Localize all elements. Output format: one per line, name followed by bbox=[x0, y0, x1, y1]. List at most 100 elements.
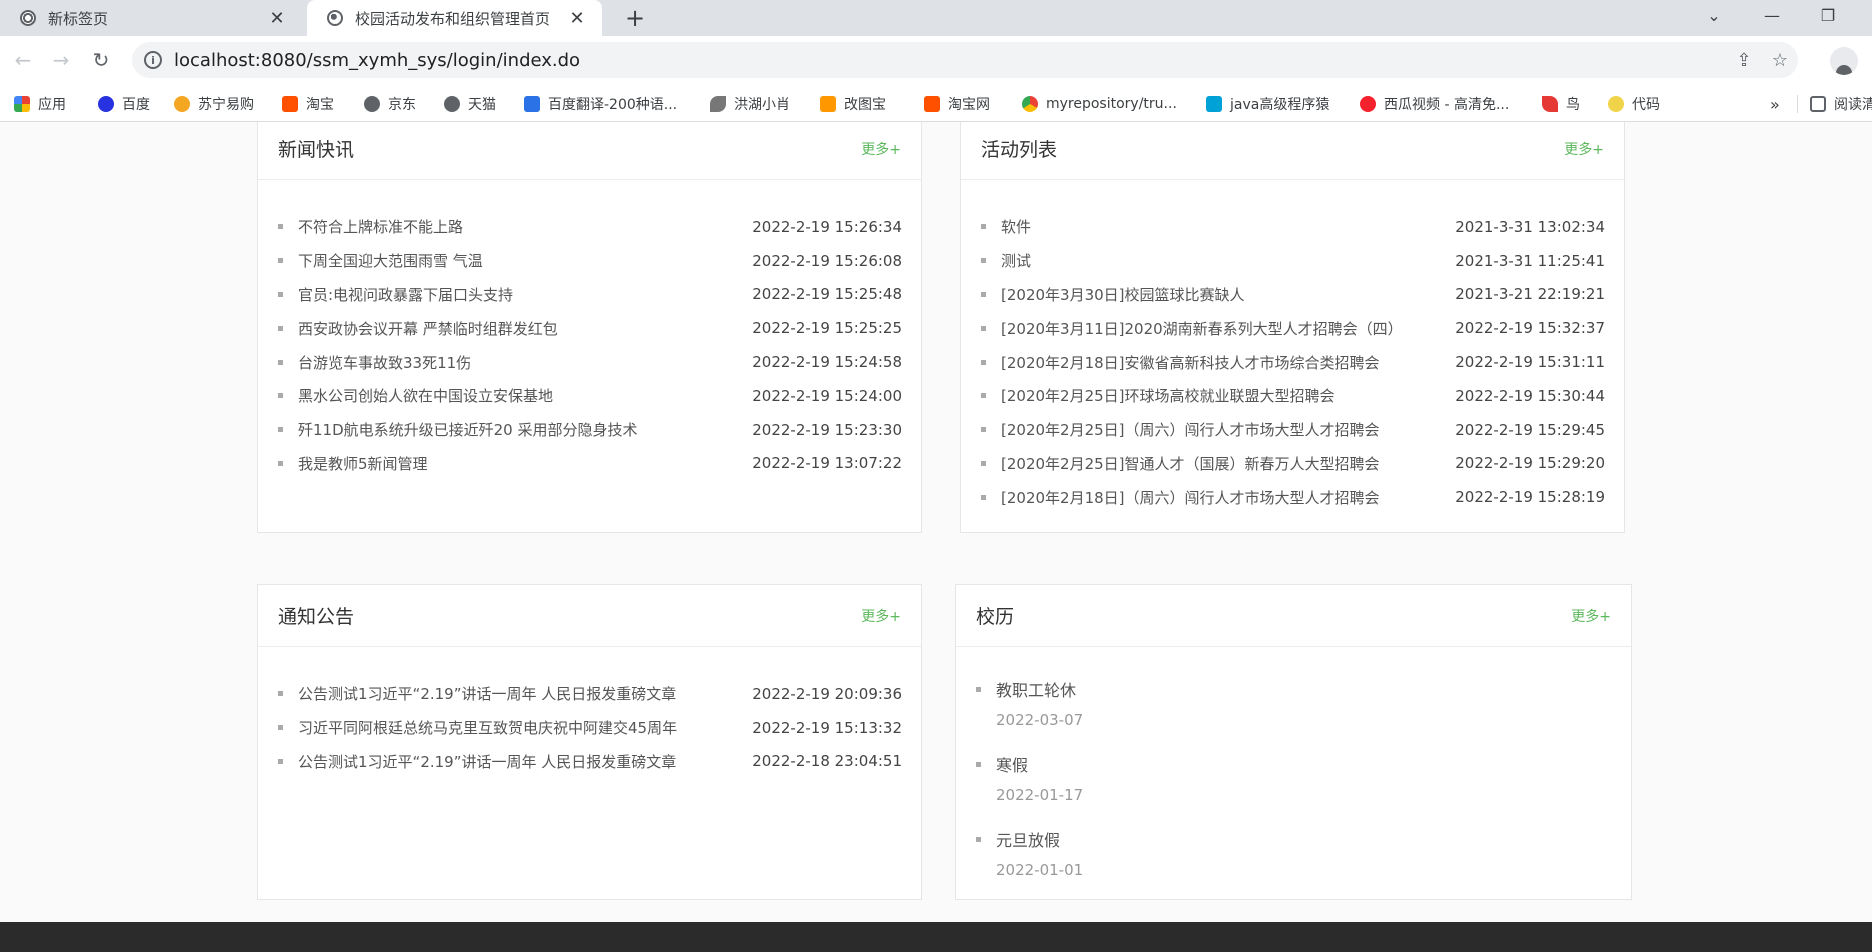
back-arrow-icon[interactable]: ← bbox=[8, 45, 38, 75]
page-content: 新闻快讯 更多+ 不符合上牌标准不能上路 2022-2-19 15:26:34 下… bbox=[0, 122, 1872, 922]
forward-arrow-icon[interactable]: → bbox=[46, 45, 76, 75]
list-item[interactable]: [2020年3月11日]2020湖南新春系列大型人才招聘会（四） 2022-2-1… bbox=[961, 311, 1624, 345]
close-icon[interactable]: ✕ bbox=[566, 7, 588, 29]
bookmark-item[interactable]: 苏宁易购 bbox=[174, 86, 254, 121]
bullet bbox=[278, 758, 283, 764]
news-more-link[interactable]: 更多+ bbox=[861, 139, 901, 159]
tab-new-tab[interactable]: 新标签页 ✕ bbox=[0, 0, 302, 36]
restore-icon[interactable]: ❐ bbox=[1800, 0, 1856, 30]
tab-search-chevron-icon[interactable]: ⌄ bbox=[1686, 0, 1742, 30]
list-item[interactable]: [2020年2月25日]环球场高校就业联盟大型招聘会 2022-2-19 15:3… bbox=[961, 379, 1624, 413]
bilibili-icon bbox=[1206, 96, 1222, 112]
minimize-icon[interactable]: — bbox=[1744, 0, 1800, 30]
new-tab-button[interactable]: + bbox=[620, 4, 650, 32]
profile-avatar-icon[interactable] bbox=[1830, 47, 1858, 75]
url-text[interactable]: localhost:8080/ssm_xymh_sys/login/index.… bbox=[174, 50, 1726, 71]
list-item[interactable]: 元旦放假 2022-01-01 bbox=[976, 827, 1631, 902]
calendar-list: 教职工轮休 2022-03-07 寒假 2022-01-17 元旦放假 2022… bbox=[956, 647, 1631, 902]
activities-more-link[interactable]: 更多+ bbox=[1564, 139, 1604, 159]
chrome-icon bbox=[1022, 96, 1038, 112]
leaf-icon bbox=[1608, 96, 1624, 112]
tab-title: 校园活动发布和组织管理首页 bbox=[355, 9, 551, 28]
list-item[interactable]: [2020年2月18日]安徽省高新科技人才市场综合类招聘会 2022-2-19 1… bbox=[961, 345, 1624, 379]
notices-title: 通知公告 bbox=[278, 606, 355, 628]
bookmark-item[interactable]: 改图宝 bbox=[820, 86, 886, 121]
list-item[interactable]: 寒假 2022-01-17 bbox=[976, 752, 1631, 827]
list-item[interactable]: 测试 2021-3-31 11:25:41 bbox=[961, 244, 1624, 278]
list-item[interactable]: [2020年2月25日]（周六）闯行人才市场大型人才招聘会 2022-2-19 1… bbox=[961, 413, 1624, 447]
calendar-panel: 校历 更多+ 教职工轮休 2022-03-07 寒假 2022-01-17 元旦… bbox=[955, 584, 1632, 900]
list-item[interactable]: 不符合上牌标准不能上路 2022-2-19 15:26:34 bbox=[258, 210, 921, 244]
bird-icon bbox=[710, 96, 726, 112]
panel-header: 新闻快讯 更多+ bbox=[258, 118, 921, 180]
notices-more-link[interactable]: 更多+ bbox=[861, 606, 901, 626]
list-item[interactable]: 公告测试1习近平“2.19”讲话一周年 人民日报发重磅文章 2022-2-19 2… bbox=[258, 677, 921, 711]
bullet bbox=[981, 325, 986, 331]
list-item[interactable]: 西安政协会议开幕 严禁临时组群发红包 2022-2-19 15:25:25 bbox=[258, 311, 921, 345]
bookmark-item[interactable]: 代码 bbox=[1608, 86, 1660, 121]
bullet bbox=[981, 393, 986, 399]
reading-list-button[interactable]: 阅读清 bbox=[1810, 86, 1872, 121]
globe-icon bbox=[364, 96, 380, 112]
taobao-icon bbox=[924, 96, 940, 112]
list-item[interactable]: 官员:电视问政暴露下届口头支持 2022-2-19 15:25:48 bbox=[258, 278, 921, 312]
bookmark-star-icon[interactable]: ☆ bbox=[1762, 50, 1798, 71]
tab-campus-home[interactable]: 校园活动发布和组织管理首页 ✕ bbox=[307, 0, 602, 36]
bookmark-item[interactable]: 天猫 bbox=[444, 86, 496, 121]
bullet bbox=[981, 291, 986, 297]
bullet bbox=[981, 224, 986, 230]
bookmark-item[interactable]: 淘宝网 bbox=[924, 86, 990, 121]
close-icon[interactable]: ✕ bbox=[266, 7, 288, 29]
bookmark-item[interactable]: 鸟 bbox=[1542, 86, 1580, 121]
news-list: 不符合上牌标准不能上路 2022-2-19 15:26:34 下周全国迎大范围雨雪… bbox=[258, 180, 921, 480]
list-item[interactable]: [2020年2月18日]（周六）闯行人才市场大型人才招聘会 2022-2-19 1… bbox=[961, 480, 1624, 514]
bullet bbox=[278, 359, 283, 365]
list-item[interactable]: 教职工轮休 2022-03-07 bbox=[976, 677, 1631, 752]
bullet bbox=[278, 427, 283, 433]
gaitubao-icon bbox=[820, 96, 836, 112]
reload-icon[interactable]: ↻ bbox=[86, 45, 116, 75]
bullet bbox=[278, 224, 283, 230]
list-item[interactable]: 歼11D航电系统升级已接近歼20 采用部分隐身技术 2022-2-19 15:23… bbox=[258, 413, 921, 447]
notices-list: 公告测试1习近平“2.19”讲话一周年 人民日报发重磅文章 2022-2-19 2… bbox=[258, 647, 921, 778]
list-item[interactable]: 下周全国迎大范围雨雪 气温 2022-2-19 15:26:08 bbox=[258, 244, 921, 278]
bookmarks-overflow-button[interactable]: » bbox=[1770, 86, 1780, 121]
red-bird-icon bbox=[1542, 96, 1558, 112]
site-info-icon[interactable]: i bbox=[144, 51, 162, 69]
activities-list: 软件 2021-3-31 13:02:34 测试 2021-3-31 11:25:4… bbox=[961, 180, 1624, 514]
list-item[interactable]: 台游览车事故致33死11伤 2022-2-19 15:24:58 bbox=[258, 345, 921, 379]
address-bar[interactable]: i localhost:8080/ssm_xymh_sys/login/inde… bbox=[132, 42, 1798, 78]
list-item[interactable]: 软件 2021-3-31 13:02:34 bbox=[961, 210, 1624, 244]
bookmark-item[interactable]: 洪湖小肖 bbox=[710, 86, 790, 121]
bullet bbox=[278, 325, 283, 331]
notices-panel: 通知公告 更多+ 公告测试1习近平“2.19”讲话一周年 人民日报发重磅文章 20… bbox=[257, 584, 922, 900]
bullet bbox=[278, 725, 283, 731]
bookmark-item[interactable]: 百度翻译-200种语... bbox=[524, 86, 677, 121]
list-item[interactable]: 习近平同阿根廷总统马克里互致贺电庆祝中阿建交45周年 2022-2-19 15:1… bbox=[258, 711, 921, 745]
globe-icon bbox=[444, 96, 460, 112]
list-item[interactable]: 公告测试1习近平“2.19”讲话一周年 人民日报发重磅文章 2022-2-18 2… bbox=[258, 745, 921, 779]
bookmark-item[interactable]: 百度 bbox=[98, 86, 150, 121]
bullet bbox=[981, 427, 986, 433]
bookmark-item[interactable]: 西瓜视频 - 高清免... bbox=[1360, 86, 1509, 121]
bullet bbox=[976, 686, 981, 692]
activities-panel: 活动列表 更多+ 软件 2021-3-31 13:02:34 测试 2021-3-3… bbox=[960, 122, 1625, 533]
browser-tab-strip: 新标签页 ✕ 校园活动发布和组织管理首页 ✕ + ⌄ — ❐ bbox=[0, 0, 1872, 36]
share-icon[interactable]: ⇪ bbox=[1726, 50, 1762, 71]
reading-list-icon bbox=[1810, 96, 1826, 112]
list-item[interactable]: 我是教师5新闻管理 2022-2-19 13:07:22 bbox=[258, 447, 921, 481]
list-item[interactable]: [2020年2月25日]智通人才（国展）新春万人大型招聘会 2022-2-19 1… bbox=[961, 447, 1624, 481]
list-item[interactable]: [2020年3月30日]校园篮球比赛缺人 2021-3-21 22:19:21 bbox=[961, 278, 1624, 312]
news-panel: 新闻快讯 更多+ 不符合上牌标准不能上路 2022-2-19 15:26:34 下… bbox=[257, 122, 922, 533]
globe-icon bbox=[327, 10, 343, 26]
bookmark-item[interactable]: 淘宝 bbox=[282, 86, 334, 121]
list-item[interactable]: 黑水公司创始人欲在中国设立安保基地 2022-2-19 15:24:00 bbox=[258, 379, 921, 413]
bookmark-item[interactable]: 京东 bbox=[364, 86, 416, 121]
bookmark-item[interactable]: 应用 bbox=[14, 86, 66, 121]
bookmark-item[interactable]: myrepository/tru... bbox=[1022, 86, 1177, 121]
bookmark-item[interactable]: java高级程序猿 bbox=[1206, 86, 1329, 121]
bullet bbox=[278, 691, 283, 697]
divider bbox=[1797, 95, 1798, 113]
bullet bbox=[981, 359, 986, 365]
calendar-more-link[interactable]: 更多+ bbox=[1571, 606, 1611, 626]
